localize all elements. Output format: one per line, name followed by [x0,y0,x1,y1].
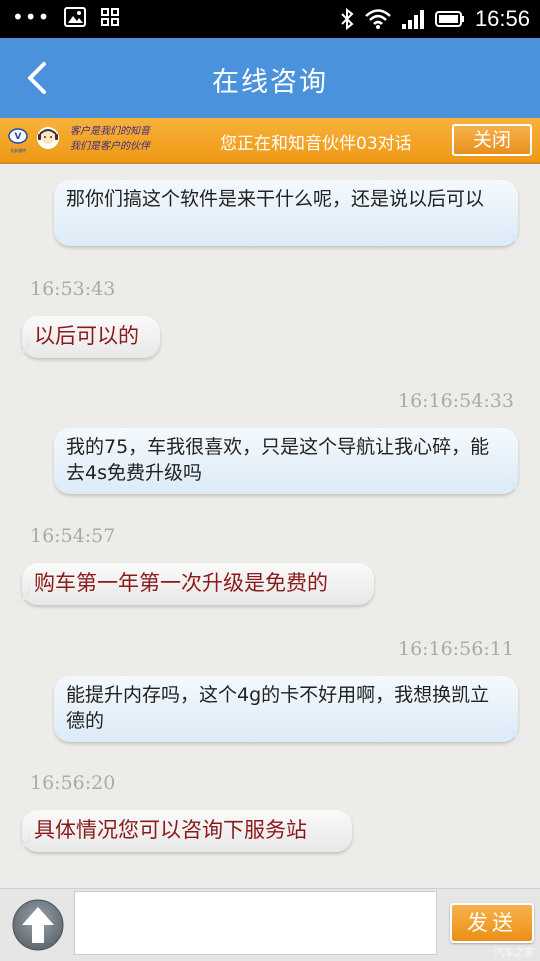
message-text: 我的75，车我很喜欢，只是这个导航让我心碎，能去4s免费升级吗 [66,436,490,484]
status-time: 16:56 [474,6,530,31]
agent-status-text: 您正在和知音伙伴03对话 [220,134,412,154]
send-button[interactable]: 发送 [450,903,534,943]
timestamp: 16:16:56:11 [398,638,514,660]
incoming-message: 具体情况您可以咨询下服务站 [22,810,352,852]
brand-logo: V 长安福特 [8,127,59,153]
page-title: 在线咨询 [212,67,328,98]
slogan-line-1: 客户是我们的知音 [70,126,150,137]
message-input[interactable] [74,891,437,955]
status-bar: ••• 16:56 [0,0,540,38]
apps-grid-icon [101,8,120,26]
message-text: 具体情况您可以咨询下服务站 [34,818,307,842]
wifi-icon [365,9,391,29]
svg-text:V: V [15,132,22,142]
message-text: 那你们搞这个软件是来干什么呢，还是说以后可以 [66,188,485,210]
timestamp: 16:56:20 [30,772,116,794]
incoming-message: 购车第一年第一次升级是免费的 [22,563,374,605]
slogan-line-2: 我们是客户的伙伴 [70,141,150,152]
bubble-tail [10,832,30,852]
message-text: 能提升内存吗，这个4g的卡不好用啊，我想换凯立德的 [66,684,490,732]
incoming-message: 以后可以的 [22,316,160,358]
banner-slogan: 客户是我们的知音 我们是客户的伙伴 [70,124,150,154]
outgoing-message: 能提升内存吗，这个4g的卡不好用啊，我想换凯立德的 [54,676,518,742]
outgoing-message: 我的75，车我很喜欢，只是这个导航让我心碎，能去4s免费升级吗 [54,428,518,494]
timestamp: 16:54:57 [30,525,116,547]
bubble-tail [510,722,530,742]
outgoing-message: 那你们搞这个软件是来干什么呢，还是说以后可以 [54,180,518,246]
message-text: 购车第一年第一次升级是免费的 [34,571,328,595]
more-dots-icon: ••• [12,5,51,29]
image-icon [64,7,87,27]
bubble-tail [510,226,530,246]
bubble-tail [10,585,30,605]
timestamp: 16:16:54:33 [398,390,514,412]
close-button[interactable]: 关闭 [452,124,532,156]
upload-arrow-icon[interactable] [12,899,64,951]
timestamp: 16:53:43 [30,278,116,300]
bubble-tail [10,338,30,358]
watermark: 汽车之家 [494,948,534,959]
battery-icon [434,11,464,27]
agent-banner: V 长安福特 客户是我们的知音 我们是客户的伙伴 您正在和知音伙伴03对话 关闭 [0,118,540,164]
brand-logo-text: 长安福特 [10,147,26,153]
signal-icon [401,10,424,29]
chat-area[interactable]: 那你们搞这个软件是来干什么呢，还是说以后可以 16:53:43 以后可以的 16… [0,164,540,888]
bluetooth-icon [341,7,354,31]
app-header: 在线咨询 [0,38,540,118]
input-bar: 发送 汽车之家 [0,888,540,961]
message-text: 以后可以的 [34,324,139,348]
bubble-tail [510,474,530,494]
